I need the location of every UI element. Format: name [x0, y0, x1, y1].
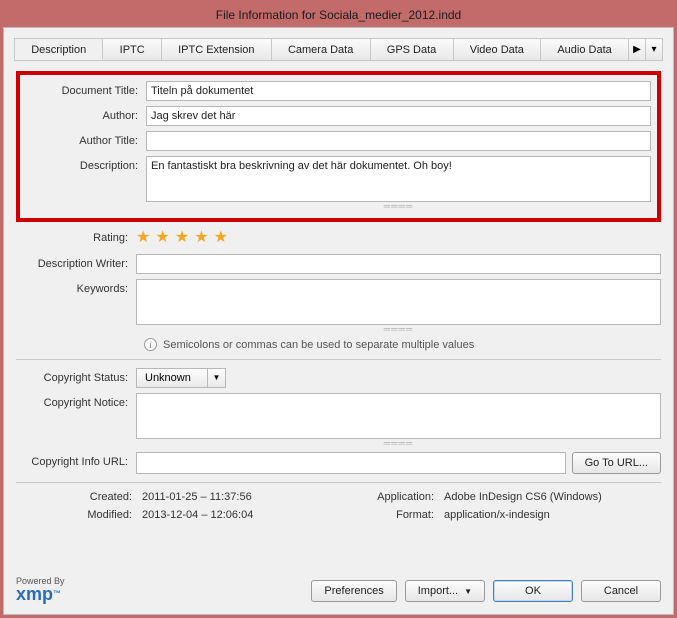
tab-audio-data[interactable]: Audio Data	[540, 38, 629, 60]
modified-value: 2013-12-04 – 12:06:04	[142, 509, 342, 521]
tab-description[interactable]: Description	[14, 38, 103, 60]
window-title: File Information for Sociala_medier_2012…	[3, 3, 674, 27]
tab-video-data[interactable]: Video Data	[453, 38, 542, 60]
copyright-status-value: Unknown	[137, 369, 207, 387]
description-label: Description:	[26, 156, 146, 176]
copyright-url-label: Copyright Info URL:	[16, 452, 136, 472]
author-title-input[interactable]	[146, 131, 651, 151]
rating-label: Rating:	[16, 228, 136, 248]
star-icon[interactable]: ★	[136, 228, 150, 248]
resize-grip-icon[interactable]: ════	[146, 204, 651, 210]
resize-grip-icon[interactable]: ════	[136, 327, 661, 333]
copyright-notice-textarea[interactable]	[136, 393, 661, 439]
metadata-grid: Created: 2011-01-25 – 11:37:56 Applicati…	[16, 491, 661, 521]
keywords-label: Keywords:	[16, 279, 136, 299]
author-title-label: Author Title:	[26, 131, 146, 151]
format-value: application/x-indesign	[444, 509, 661, 521]
tab-overflow-menu[interactable]: ▾	[645, 38, 663, 60]
application-value: Adobe InDesign CS6 (Windows)	[444, 491, 661, 503]
description-writer-label: Description Writer:	[16, 254, 136, 274]
info-icon: i	[144, 338, 157, 351]
preferences-button[interactable]: Preferences	[311, 580, 396, 602]
xmp-logo: Powered By xmp™	[16, 576, 65, 602]
modified-label: Modified:	[16, 509, 136, 521]
description-textarea[interactable]: En fantastiskt bra beskrivning av det hä…	[146, 156, 651, 202]
go-to-url-button[interactable]: Go To URL...	[572, 452, 661, 474]
copyright-status-select[interactable]: Unknown ▼	[136, 368, 226, 388]
copyright-url-input[interactable]	[136, 452, 566, 474]
keywords-textarea[interactable]	[136, 279, 661, 325]
created-label: Created:	[16, 491, 136, 503]
chevron-down-icon: ▼	[464, 587, 472, 596]
keywords-hint: Semicolons or commas can be used to sepa…	[163, 339, 474, 351]
format-label: Format:	[348, 509, 438, 521]
star-icon[interactable]: ★	[175, 228, 189, 248]
copyright-notice-label: Copyright Notice:	[16, 393, 136, 413]
cancel-button[interactable]: Cancel	[581, 580, 661, 602]
tab-scroll-right[interactable]: ▶	[628, 38, 646, 60]
tab-iptc-extension[interactable]: IPTC Extension	[161, 38, 272, 60]
application-label: Application:	[348, 491, 438, 503]
dialog-window: Description IPTC IPTC Extension Camera D…	[3, 27, 674, 615]
copyright-status-label: Copyright Status:	[16, 368, 136, 388]
author-input[interactable]	[146, 106, 651, 126]
created-value: 2011-01-25 – 11:37:56	[142, 491, 342, 503]
author-label: Author:	[26, 106, 146, 126]
document-title-input[interactable]	[146, 81, 651, 101]
tab-bar: Description IPTC IPTC Extension Camera D…	[14, 38, 663, 61]
ok-button[interactable]: OK	[493, 580, 573, 602]
star-icon[interactable]: ★	[194, 228, 208, 248]
rating-stars[interactable]: ★ ★ ★ ★ ★	[136, 228, 661, 249]
divider	[16, 482, 661, 483]
star-icon[interactable]: ★	[214, 228, 228, 248]
resize-grip-icon[interactable]: ════	[136, 441, 661, 447]
tab-gps-data[interactable]: GPS Data	[370, 38, 454, 60]
xmp-logo-text: xmp™	[16, 586, 61, 602]
highlighted-region: Document Title: Author: Author Title: De…	[16, 71, 661, 222]
chevron-down-icon[interactable]: ▼	[207, 369, 225, 387]
description-writer-input[interactable]	[136, 254, 661, 274]
document-title-label: Document Title:	[26, 81, 146, 101]
tab-camera-data[interactable]: Camera Data	[271, 38, 371, 60]
tab-iptc[interactable]: IPTC	[102, 38, 161, 60]
divider	[16, 359, 661, 360]
star-icon[interactable]: ★	[155, 228, 169, 248]
import-button[interactable]: Import...▼	[405, 580, 485, 602]
